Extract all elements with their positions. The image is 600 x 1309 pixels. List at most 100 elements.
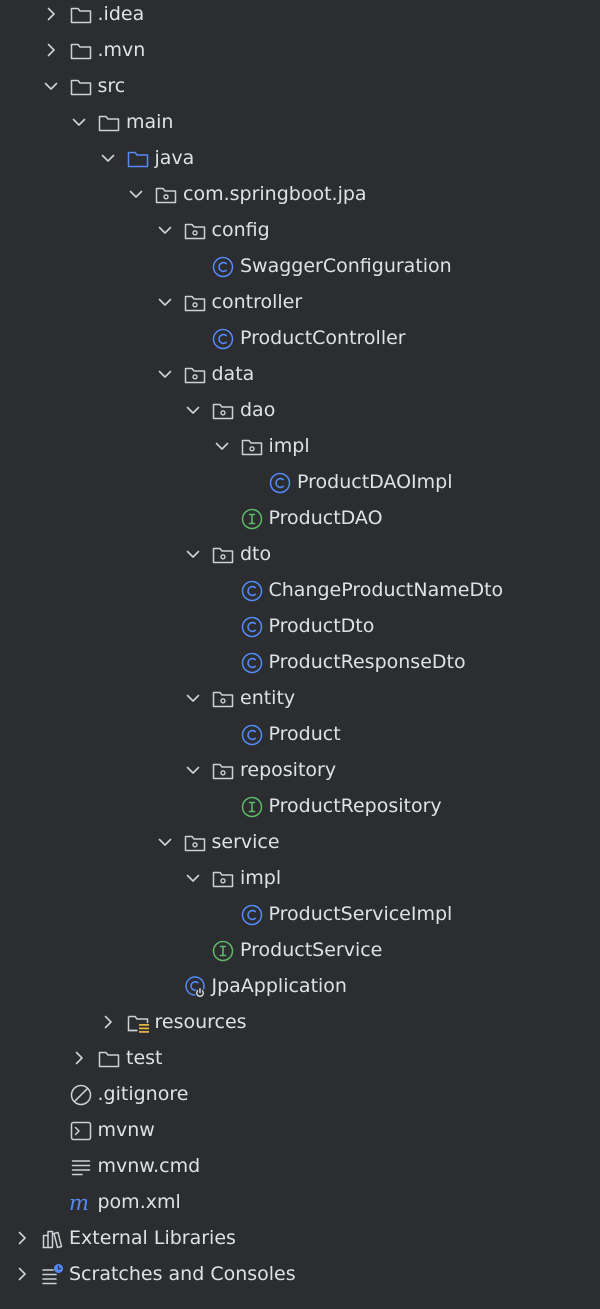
tree-item-label: impl: [268, 435, 310, 457]
tree-item-label: dao: [240, 399, 276, 421]
tree-item-label: JpaApplication: [211, 975, 347, 997]
package-icon: [183, 363, 207, 387]
tree-item[interactable]: impl: [0, 860, 600, 896]
tree-item[interactable]: Scratches and Consoles: [0, 1256, 600, 1292]
chevron-down-icon[interactable]: [183, 400, 203, 420]
chevron-down-icon[interactable]: [126, 184, 146, 204]
svg-text:m: m: [69, 1191, 89, 1215]
chevron-down-icon[interactable]: [183, 544, 203, 564]
tree-item[interactable]: ProductDAOImpl: [0, 464, 600, 500]
tree-item[interactable]: ProductDAO: [0, 500, 600, 536]
package-icon: [211, 687, 235, 711]
tree-item[interactable]: Product: [0, 716, 600, 752]
chevron-down-icon[interactable]: [183, 688, 203, 708]
scratches-icon: [40, 1263, 64, 1287]
chevron-right-icon[interactable]: [69, 1048, 89, 1068]
tree-item[interactable]: ChangeProductNameDto: [0, 572, 600, 608]
tree-item-label: mvnw.cmd: [97, 1155, 201, 1177]
tree-item-label: pom.xml: [97, 1191, 181, 1213]
tree-item[interactable]: src: [0, 68, 600, 104]
chevron-down-icon[interactable]: [155, 220, 175, 240]
tree-item-label: impl: [240, 867, 282, 889]
tree-item[interactable]: config: [0, 212, 600, 248]
tree-item-label: External Libraries: [69, 1227, 236, 1249]
folder-icon: [69, 39, 93, 63]
tree-item[interactable]: ProductServiceImpl: [0, 896, 600, 932]
tree-item[interactable]: SwaggerConfiguration: [0, 248, 600, 284]
tree-item[interactable]: repository: [0, 752, 600, 788]
chevron-right-icon[interactable]: [41, 40, 61, 60]
tree-item[interactable]: resources: [0, 1004, 600, 1040]
tree-item[interactable]: entity: [0, 680, 600, 716]
tree-item[interactable]: m pom.xml: [0, 1184, 600, 1220]
tree-item[interactable]: com.springboot.jpa: [0, 176, 600, 212]
tree-item[interactable]: .gitignore: [0, 1076, 600, 1112]
tree-item[interactable]: service: [0, 824, 600, 860]
class-icon: [240, 903, 264, 927]
tree-item-label: .gitignore: [97, 1083, 189, 1105]
package-icon: [211, 543, 235, 567]
chevron-down-icon[interactable]: [183, 868, 203, 888]
folder-icon: [69, 75, 93, 99]
tree-item[interactable]: main: [0, 104, 600, 140]
package-icon: [211, 759, 235, 783]
chevron-right-icon[interactable]: [12, 1228, 32, 1248]
tree-item[interactable]: .mvn: [0, 32, 600, 68]
interface-icon: [240, 795, 264, 819]
folder-icon: [97, 1047, 121, 1071]
tree-item[interactable]: External Libraries: [0, 1220, 600, 1256]
class-icon: [211, 327, 235, 351]
tree-item-label: Product: [268, 723, 341, 745]
folder-icon: [69, 3, 93, 27]
chevron-down-icon[interactable]: [212, 436, 232, 456]
interface-icon: [240, 507, 264, 531]
tree-item-label: test: [126, 1047, 163, 1069]
tree-item-label: Scratches and Consoles: [69, 1263, 296, 1285]
tree-item[interactable]: ProductService: [0, 932, 600, 968]
chevron-down-icon[interactable]: [69, 112, 89, 132]
tree-item[interactable]: dao: [0, 392, 600, 428]
tree-item[interactable]: ProductController: [0, 320, 600, 356]
tree-item-label: .idea: [97, 3, 145, 25]
class-icon: [211, 255, 235, 279]
tree-item[interactable]: controller: [0, 284, 600, 320]
chevron-down-icon[interactable]: [41, 76, 61, 96]
terminal-file-icon: [69, 1119, 93, 1143]
ignored-file-icon: [69, 1083, 93, 1107]
tree-item[interactable]: ProductResponseDto: [0, 644, 600, 680]
chevron-right-icon[interactable]: [98, 1012, 118, 1032]
tree-item-label: ProductResponseDto: [268, 651, 466, 673]
tree-item-label: ProductDto: [268, 615, 375, 637]
project-tree: .idea .mvn src main java com.springboot.jpa …: [0, 0, 600, 1309]
package-icon: [183, 219, 207, 243]
class-icon: [240, 651, 264, 675]
tree-item-label: config: [211, 219, 270, 241]
chevron-down-icon[interactable]: [155, 364, 175, 384]
tree-item[interactable]: test: [0, 1040, 600, 1076]
tree-item-label: ProductRepository: [268, 795, 442, 817]
tree-item[interactable]: .idea: [0, 0, 600, 32]
chevron-down-icon[interactable]: [98, 148, 118, 168]
tree-item[interactable]: mvnw: [0, 1112, 600, 1148]
tree-item[interactable]: ProductRepository: [0, 788, 600, 824]
chevron-right-icon[interactable]: [12, 1264, 32, 1284]
chevron-down-icon[interactable]: [155, 292, 175, 312]
tree-item[interactable]: java: [0, 140, 600, 176]
tree-item-label: entity: [240, 687, 296, 709]
tree-item[interactable]: ProductDto: [0, 608, 600, 644]
chevron-down-icon[interactable]: [155, 832, 175, 852]
tree-item[interactable]: dto: [0, 536, 600, 572]
tree-item[interactable]: impl: [0, 428, 600, 464]
tree-item-label: SwaggerConfiguration: [240, 255, 452, 277]
tree-item[interactable]: data: [0, 356, 600, 392]
chevron-down-icon[interactable]: [183, 760, 203, 780]
tree-item-label: com.springboot.jpa: [183, 183, 367, 205]
chevron-right-icon[interactable]: [41, 4, 61, 24]
package-icon: [183, 831, 207, 855]
tree-item-label: ProductDAOImpl: [297, 471, 453, 493]
tree-item-label: repository: [240, 759, 337, 781]
class-icon: [268, 471, 292, 495]
tree-item-label: resources: [154, 1011, 247, 1033]
tree-item[interactable]: mvnw.cmd: [0, 1148, 600, 1184]
tree-item[interactable]: JpaApplication: [0, 968, 600, 1004]
